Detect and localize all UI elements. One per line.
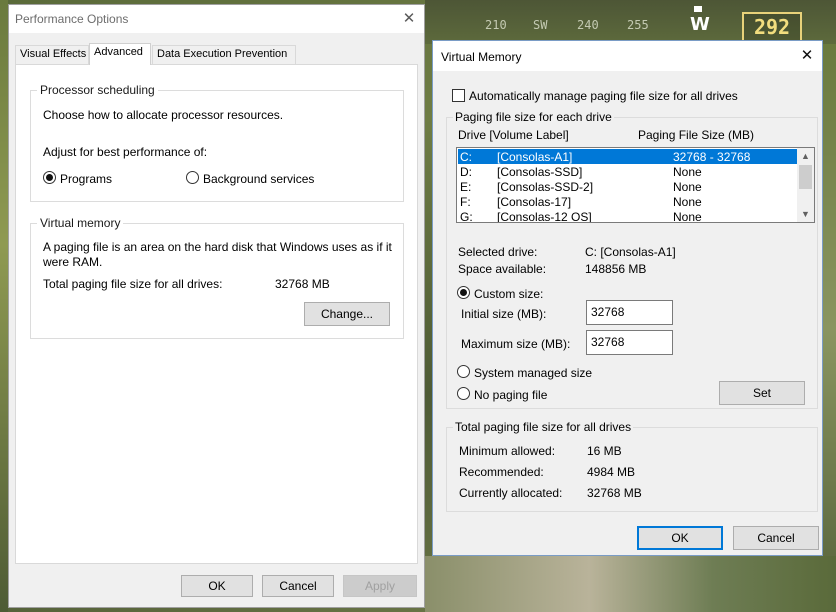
background-services-radio[interactable] [186,171,199,184]
drive-letter: E: [460,180,472,194]
drive-letter: G: [460,210,473,223]
scroll-down-icon[interactable]: ▼ [797,206,814,222]
system-managed-label[interactable]: System managed size [474,366,592,380]
scroll-thumb[interactable] [799,165,812,189]
hud-tick: 255 [627,18,649,32]
title-bar: Virtual Memory ✕ [433,41,822,71]
total-paging-value: 32768 MB [275,277,330,291]
processor-scheduling-group: Processor scheduling Choose how to alloc… [30,83,404,202]
maximum-size-label: Maximum size (MB): [461,337,571,351]
hud-tick: 210 [485,18,507,32]
initial-size-input[interactable]: 32768 [586,300,673,325]
space-available-value: 148856 MB [585,262,647,276]
drive-row-f[interactable]: F: [Consolas-17] None [458,194,797,209]
group-legend: Processor scheduling [37,83,158,97]
window-title: Performance Options [15,12,129,26]
drive-letter: D: [460,165,472,179]
change-button[interactable]: Change... [304,302,390,326]
group-legend: Total paging file size for all drives [453,420,634,434]
auto-manage-label[interactable]: Automatically manage paging file size fo… [469,89,738,103]
drive-letter: F: [460,195,471,209]
hud-tick: 240 [577,18,599,32]
performance-options-window: Performance Options ✕ Visual Effects Adv… [8,4,425,608]
close-icon[interactable]: ✕ [792,41,822,71]
close-icon[interactable]: ✕ [394,5,424,33]
set-button[interactable]: Set [719,381,805,405]
tab-advanced[interactable]: Advanced [89,43,151,65]
hud-heading: W [690,14,710,35]
no-paging-file-radio[interactable] [457,387,470,400]
adjust-label: Adjust for best performance of: [43,145,208,159]
vm-ok-button[interactable]: OK [637,526,723,550]
ok-button[interactable]: OK [181,575,253,597]
virtual-memory-description-cont: were RAM. [43,255,103,269]
background-scene-left [0,0,8,612]
programs-label[interactable]: Programs [60,172,112,186]
processor-scheduling-description: Choose how to allocate processor resourc… [43,108,284,122]
currently-allocated-label: Currently allocated: [459,486,563,500]
total-paging-label: Total paging file size for all drives: [43,277,223,291]
group-legend: Paging file size for each drive [453,110,614,124]
paging-size: None [673,180,702,194]
recommended-label: Recommended: [459,465,544,479]
drive-letter: C: [460,150,472,164]
scroll-up-icon[interactable]: ▲ [797,148,814,164]
hud-heading-value: 292 [742,12,802,42]
column-header-drive: Drive [Volume Label] [458,128,569,142]
volume-label: [Consolas-A1] [497,150,573,164]
drive-list-scrollbar[interactable]: ▲ ▼ [797,148,814,222]
custom-size-label[interactable]: Custom size: [474,287,543,301]
drive-list[interactable]: C: [Consolas-A1] 32768 - 32768 D: [Conso… [456,147,815,223]
tab-data-execution-prevention[interactable]: Data Execution Prevention [152,45,296,64]
currently-allocated-value: 32768 MB [587,486,642,500]
drive-row-c[interactable]: C: [Consolas-A1] 32768 - 32768 [457,148,798,165]
window-title: Virtual Memory [441,50,522,64]
system-managed-radio[interactable] [457,365,470,378]
cancel-button[interactable]: Cancel [262,575,334,597]
drive-row-d[interactable]: D: [Consolas-SSD] None [458,164,797,179]
column-header-size: Paging File Size (MB) [638,128,755,142]
group-legend: Virtual memory [37,216,124,230]
background-services-label[interactable]: Background services [203,172,314,186]
virtual-memory-description: A paging file is an area on the hard dis… [43,240,392,254]
selected-drive-value: C: [Consolas-A1] [585,245,676,259]
background-scene-bottom [425,556,836,612]
vm-cancel-button[interactable]: Cancel [733,526,819,550]
hud-heading-marker [694,6,702,12]
initial-size-label: Initial size (MB): [461,307,547,321]
space-available-label: Space available: [458,262,547,276]
advanced-tab-panel: Processor scheduling Choose how to alloc… [15,64,418,564]
drive-row-e[interactable]: E: [Consolas-SSD-2] None [458,179,797,194]
custom-size-radio[interactable] [457,286,470,299]
minimum-allowed-value: 16 MB [587,444,622,458]
paging-size: None [673,210,702,223]
virtual-memory-group: Virtual memory A paging file is an area … [30,216,404,339]
programs-radio[interactable] [43,171,56,184]
paging-size: None [673,195,702,209]
volume-label: [Consolas-17] [497,195,572,209]
apply-button: Apply [343,575,417,597]
paging-size: 32768 - 32768 [673,150,751,164]
hud-tick: SW [533,18,548,32]
drive-row-g[interactable]: G: [Consolas-12 OS] None [458,209,797,223]
volume-label: [Consolas-SSD-2] [497,180,594,194]
background-scene-right [822,44,836,612]
maximum-size-input[interactable]: 32768 [586,330,673,355]
no-paging-file-label[interactable]: No paging file [474,388,547,402]
volume-label: [Consolas-SSD] [497,165,583,179]
volume-label: [Consolas-12 OS] [497,210,592,223]
title-bar: Performance Options ✕ [9,5,424,33]
minimum-allowed-label: Minimum allowed: [459,444,556,458]
tab-visual-effects[interactable]: Visual Effects [15,45,89,64]
recommended-value: 4984 MB [587,465,636,479]
selected-drive-label: Selected drive: [458,245,538,259]
auto-manage-checkbox[interactable] [452,89,465,102]
paging-size: None [673,165,702,179]
